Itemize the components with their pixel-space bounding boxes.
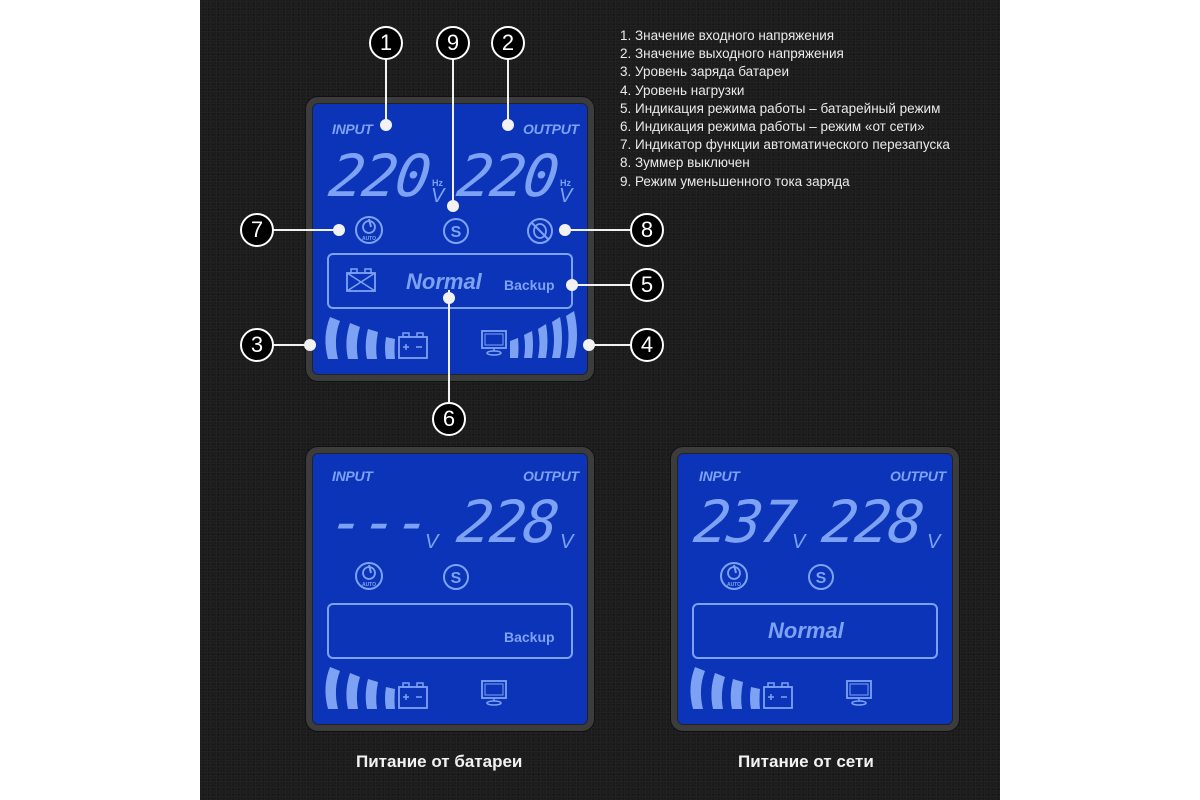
callout-leader-line <box>448 290 450 402</box>
callout-leader-line <box>507 56 509 124</box>
callout-5: 5 <box>630 268 664 302</box>
mode-normal-text: Normal <box>406 269 482 294</box>
output-label: OUTPUT <box>523 121 579 137</box>
volt-unit: V <box>560 531 574 553</box>
legend-item: 7. Индикатор функции автоматического пер… <box>620 137 950 153</box>
battery-level-bars <box>325 667 428 709</box>
battery-level-bar <box>365 679 378 709</box>
lcd-panel-mains-mode: INPUT OUTPUT 237 V 228 V AUTO S Normal <box>671 447 959 731</box>
input-label: INPUT <box>699 468 740 484</box>
battery-level-bar <box>711 673 725 709</box>
volt-unit: V <box>927 531 941 553</box>
svg-text:AUTO: AUTO <box>362 236 376 242</box>
legend-item: 2. Значение выходного напряжения <box>620 46 844 62</box>
callout-9: 9 <box>436 26 470 60</box>
callout-8: 8 <box>630 213 664 247</box>
volt-unit: V <box>425 531 439 553</box>
svg-text:S: S <box>451 570 462 587</box>
input-voltage-readout: --- <box>325 488 434 556</box>
battery-level-bars <box>690 667 793 709</box>
load-level-bar <box>552 317 562 358</box>
battery-level-bar <box>325 667 340 709</box>
reduced-charge-s-icon: S <box>808 564 834 590</box>
reduced-charge-s-icon: S <box>443 564 469 590</box>
callout-anchor-dot <box>566 279 578 291</box>
callout-anchor-dot <box>583 339 595 351</box>
load-monitor-icon <box>846 680 872 706</box>
battery-level-bar <box>690 667 705 709</box>
volt-unit: V <box>792 531 806 553</box>
output-voltage-readout: 228 <box>818 488 927 556</box>
battery-level-bar <box>385 687 395 709</box>
svg-text:AUTO: AUTO <box>727 582 741 588</box>
svg-text:S: S <box>451 224 462 241</box>
auto-restart-icon: AUTO <box>355 216 383 244</box>
input-voltage-readout: 220 <box>325 142 434 210</box>
svg-text:S: S <box>816 570 827 587</box>
legend-item: 4. Уровень нагрузки <box>620 82 745 98</box>
callout-anchor-dot <box>380 119 392 131</box>
caption-battery-mode: Питание от батареи <box>356 752 523 771</box>
battery-level-bar <box>346 673 360 709</box>
battery-level-bar <box>730 679 743 709</box>
lcd-panel-annotated: INPUT OUTPUT 220 Hz V 220 Hz V AUTO S No… <box>306 97 594 381</box>
input-label: INPUT <box>332 121 373 137</box>
callout-1: 1 <box>369 26 403 60</box>
legend-item: 6. Индикация режима работы – режим «от с… <box>620 119 925 135</box>
battery-level-bars <box>325 317 428 359</box>
load-level-bar <box>566 311 577 358</box>
auto-restart-icon: AUTO <box>720 562 748 590</box>
callout-anchor-dot <box>443 292 455 304</box>
callout-anchor-dot <box>447 200 459 212</box>
callout-leader-line <box>573 284 633 286</box>
battery-level-bar <box>346 323 360 359</box>
load-monitor-icon <box>481 680 507 706</box>
battery-fault-icon <box>346 268 376 292</box>
callout-3: 3 <box>240 328 274 362</box>
callout-leader-line <box>452 56 454 206</box>
mode-backup-text: Backup <box>504 277 555 293</box>
legend-list: 1. Значение входного напряжения 2. Значе… <box>620 27 950 191</box>
callout-anchor-dot <box>333 224 345 236</box>
load-level-bars <box>481 311 577 358</box>
legend-item: 9. Режим уменьшенного тока заряда <box>620 173 850 189</box>
volt-unit: V <box>431 185 445 207</box>
battery-level-bar <box>385 337 395 359</box>
callout-6: 6 <box>432 402 466 436</box>
buzzer-off-icon <box>527 218 553 244</box>
input-label: INPUT <box>332 468 373 484</box>
callout-anchor-dot <box>502 119 514 131</box>
battery-level-bar <box>750 687 760 709</box>
reduced-charge-s-icon: S <box>443 218 469 244</box>
svg-text:AUTO: AUTO <box>362 582 376 588</box>
legend-item: 1. Значение входного напряжения <box>620 28 835 43</box>
volt-unit: V <box>559 185 573 207</box>
output-label: OUTPUT <box>890 468 946 484</box>
auto-restart-icon: AUTO <box>355 562 383 590</box>
battery-level-bar <box>365 329 378 359</box>
output-label: OUTPUT <box>523 468 579 484</box>
load-level-bar <box>524 331 533 358</box>
callout-7: 7 <box>240 213 274 247</box>
mode-normal-text: Normal <box>768 618 844 643</box>
battery-level-bar <box>325 317 340 359</box>
callout-leader-line <box>385 56 387 124</box>
output-voltage-readout: 220 <box>453 142 562 210</box>
legend-item: 8. Зуммер выключен <box>620 155 750 171</box>
output-voltage-readout: 228 <box>453 488 562 556</box>
callout-leader-line <box>566 229 632 231</box>
callout-anchor-dot <box>559 224 571 236</box>
callout-anchor-dot <box>304 339 316 351</box>
callout-leader-line <box>270 229 340 231</box>
load-level-bar <box>538 324 548 358</box>
input-voltage-readout: 237 <box>690 488 799 556</box>
caption-mains-mode: Питание от сети <box>738 752 874 771</box>
callout-2: 2 <box>491 26 525 60</box>
mode-backup-text: Backup <box>504 629 555 645</box>
lcd-panel-battery-mode: INPUT OUTPUT --- V 228 V AUTO S Backup <box>306 447 594 731</box>
callout-4: 4 <box>630 328 664 362</box>
legend-item: 3. Уровень заряда батареи <box>620 64 789 80</box>
load-level-bar <box>510 338 519 358</box>
legend-item: 5. Индикация режима работы – батарейный … <box>620 100 941 116</box>
